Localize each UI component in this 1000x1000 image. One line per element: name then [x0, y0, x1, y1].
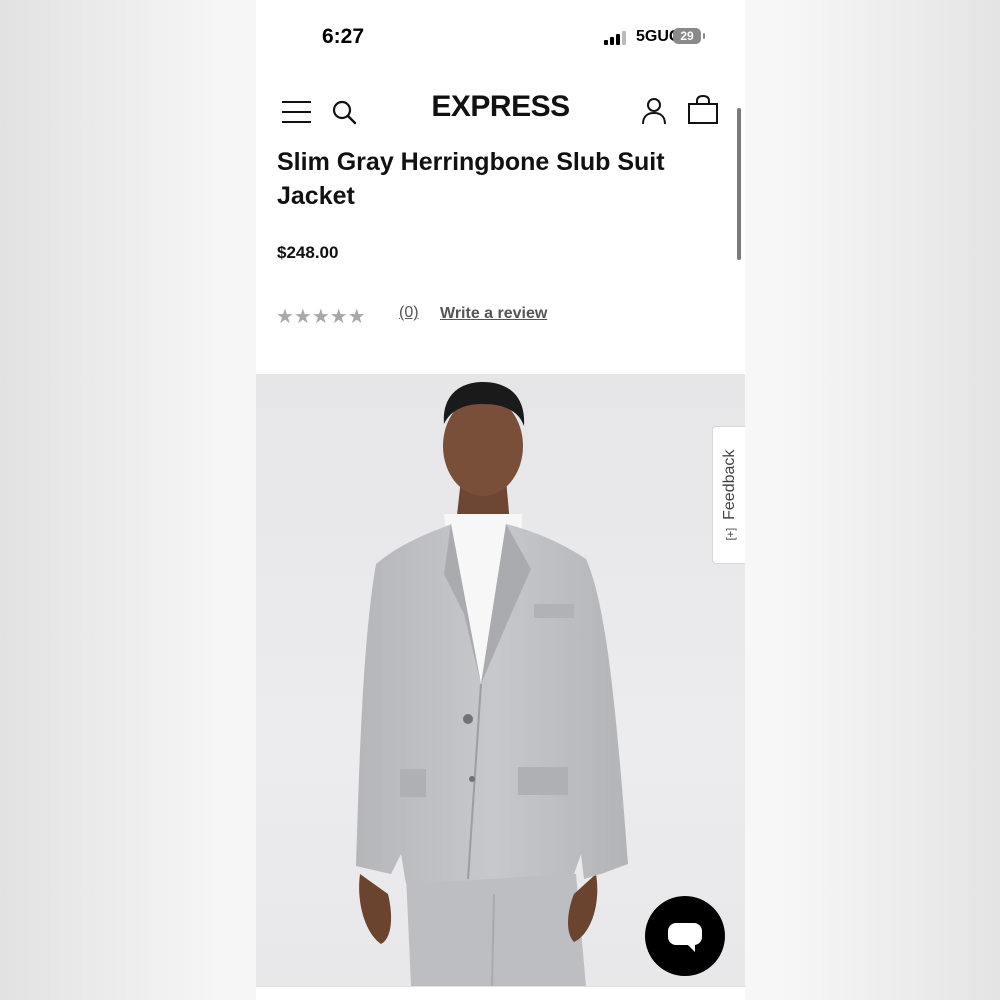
feedback-label: [+]Feedback [720, 449, 738, 541]
product-title: Slim Gray Herringbone Slub Suit Jacket [277, 148, 665, 210]
shopping-bag-icon[interactable] [687, 95, 719, 125]
site-header: EXPRESS [256, 80, 745, 146]
model-photo [356, 382, 628, 986]
account-icon[interactable] [640, 97, 668, 125]
phone-screen: 6:27 5GUC 29 EXPRESS Slim Gray Herringbo… [256, 0, 745, 1000]
rating-stars: ★★★★★ [276, 306, 366, 328]
cell-signal-icon [604, 29, 630, 45]
bottom-edge [256, 986, 745, 1000]
feedback-plus-icon: [+] [724, 527, 737, 541]
express-logo[interactable]: EXPRESS [256, 90, 745, 124]
product-price: $248.00 [277, 243, 339, 262]
feedback-tab[interactable]: [+]Feedback [712, 426, 745, 564]
status-time: 6:27 [322, 25, 365, 48]
review-count-link[interactable]: (0) [399, 304, 419, 322]
product-image[interactable] [256, 374, 745, 986]
write-review-link[interactable]: Write a review [440, 305, 547, 323]
scrollbar[interactable] [737, 108, 741, 260]
chat-button[interactable] [645, 896, 725, 976]
battery-icon: 29 [673, 28, 705, 44]
chat-bubble-icon [668, 923, 702, 952]
